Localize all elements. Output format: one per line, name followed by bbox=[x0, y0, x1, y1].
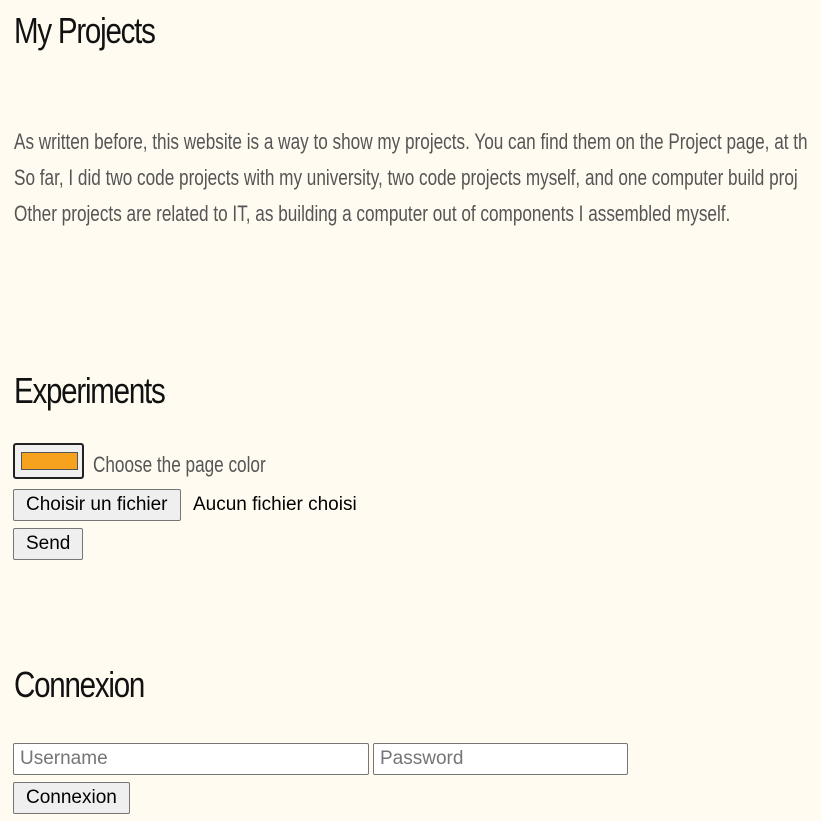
username-input[interactable] bbox=[13, 743, 369, 775]
experiments-heading: Experiments bbox=[14, 370, 166, 411]
color-picker-label: Choose the page color bbox=[93, 452, 266, 477]
page-color-picker[interactable] bbox=[13, 443, 84, 479]
password-input[interactable] bbox=[373, 743, 628, 775]
intro-text: As written before, this website is a way… bbox=[14, 124, 821, 232]
send-button[interactable]: Send bbox=[13, 528, 84, 560]
connexion-heading: Connexion bbox=[14, 664, 145, 705]
intro-line-2: So far, I did two code projects with my … bbox=[14, 165, 798, 190]
intro-line-1: As written before, this website is a way… bbox=[14, 129, 808, 154]
file-status-text: Aucun fichier choisi bbox=[193, 494, 357, 515]
choose-file-button[interactable]: Choisir un fichier bbox=[13, 489, 181, 521]
intro-line-3: Other projects are related to IT, as bui… bbox=[14, 201, 731, 226]
page: My Projects As written before, this webs… bbox=[0, 0, 821, 821]
color-swatch bbox=[21, 452, 78, 470]
connexion-button[interactable]: Connexion bbox=[13, 782, 130, 814]
page-title: My Projects bbox=[14, 10, 156, 51]
